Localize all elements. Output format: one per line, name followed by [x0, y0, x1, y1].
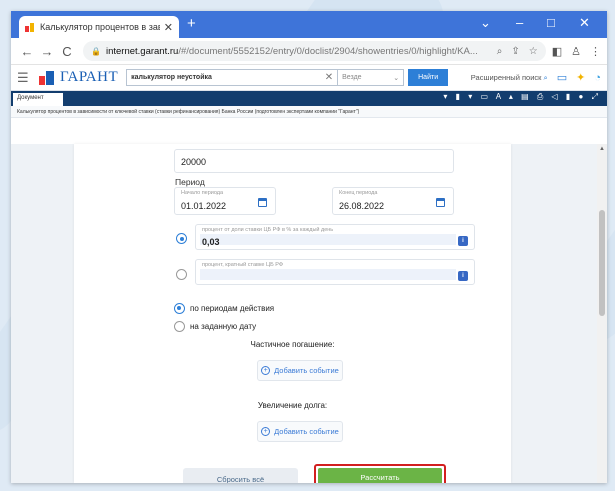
add-partial-payment-button[interactable]: + Добавить событие: [257, 360, 343, 381]
address-bar: ← → C 🔒 internet.garant.ru/#/document/55…: [11, 38, 607, 65]
new-tab-button[interactable]: +: [187, 15, 196, 32]
advanced-search-link[interactable]: Расширенный поиск ⌕: [471, 73, 548, 83]
browser-tab[interactable]: Калькулятор процентов в зави: ✕: [19, 16, 179, 38]
info-icon[interactable]: i: [458, 236, 468, 246]
reset-button[interactable]: Сбросить всё: [183, 468, 298, 483]
search-scope-select[interactable]: Везде ⌄: [338, 69, 405, 86]
chevron-down-icon: ⌄: [393, 74, 400, 82]
multiple-rate-input[interactable]: процент, кратный ставке ЦБ РФ i: [195, 259, 475, 285]
scroll-up-icon[interactable]: ▲: [599, 146, 605, 152]
scrollbar-thumb[interactable]: [599, 210, 605, 316]
help-icon[interactable]: ◔: [594, 72, 601, 84]
document-tools-icon[interactable]: ▾ ▮ ▾ ▭ A ▴ ▤ ⎙ ◁ ▮ ● ⤢: [443, 92, 601, 102]
calendar-icon[interactable]: [258, 198, 267, 207]
option-by-periods[interactable]: по периодам действия: [174, 303, 274, 314]
daily-rate-input[interactable]: процент от доли ставки ЦБ РФ в % за кажд…: [195, 224, 475, 250]
add-debt-increase-button[interactable]: + Добавить событие: [257, 421, 343, 442]
garant-header: ☰ ГАРАНТ калькулятор неустойка ✕ Везде ⌄…: [11, 65, 607, 91]
sidepanel-icon[interactable]: ◧: [552, 45, 562, 58]
zoom-icon[interactable]: ⌕: [497, 46, 503, 57]
browser-window: Калькулятор процентов в зави: ✕ + ⌄ – □ …: [11, 11, 607, 483]
close-window-button[interactable]: ✕: [579, 15, 590, 31]
garant-logo-icon: [39, 70, 57, 85]
advanced-search-icon: ⌕: [543, 72, 548, 82]
document-toolbar: Документ ▾ ▮ ▾ ▭ A ▴ ▤ ⎙ ◁ ▮ ● ⤢: [11, 91, 607, 106]
calculate-button-highlight: Рассчитать: [314, 464, 446, 483]
garant-favicon-icon: [25, 22, 35, 32]
maximize-button[interactable]: □: [547, 15, 555, 30]
lightbulb-icon[interactable]: ✦: [576, 71, 585, 84]
rate-type-multiple-radio[interactable]: [176, 269, 187, 280]
plus-circle-icon: +: [261, 427, 271, 436]
bookmark-star-icon[interactable]: ☆: [529, 46, 538, 57]
find-button[interactable]: Найти: [408, 69, 449, 86]
reload-button[interactable]: C: [57, 44, 77, 59]
amount-input[interactable]: 20000: [174, 149, 454, 173]
lock-icon[interactable]: 🔒: [91, 47, 101, 56]
url-input[interactable]: 🔒 internet.garant.ru/#/document/5552152/…: [83, 41, 546, 61]
calendar-icon[interactable]: [436, 198, 445, 207]
debt-increase-title: Увеличение долга:: [257, 401, 328, 410]
close-tab-icon[interactable]: ✕: [164, 21, 173, 34]
keyboard-icon[interactable]: ▭: [557, 71, 567, 84]
clear-search-icon[interactable]: ✕: [325, 72, 333, 83]
garant-logo[interactable]: ГАРАНТ: [39, 69, 118, 86]
by-date-radio[interactable]: [174, 321, 185, 332]
option-by-date[interactable]: на заданную дату: [174, 321, 256, 332]
url-host: internet.garant.ru: [105, 45, 179, 57]
partial-payment-title: Частичное погашение:: [250, 340, 335, 349]
url-path: /#/document/5552152/entry/0/doclist/2904…: [178, 45, 478, 57]
search-input[interactable]: калькулятор неустойка ✕: [126, 69, 339, 86]
browser-menu-icon[interactable]: ⋮: [590, 45, 601, 58]
tab-title: Калькулятор процентов в зави:: [40, 22, 160, 32]
by-periods-radio[interactable]: [174, 303, 185, 314]
rate-type-daily-radio[interactable]: [176, 233, 187, 244]
period-title: Период: [175, 177, 205, 187]
tab-search-icon[interactable]: ⌄: [480, 15, 491, 31]
scrollbar[interactable]: ▲: [597, 144, 607, 483]
period-start-field[interactable]: Начало периода 01.01.2022: [174, 187, 276, 215]
tab-document[interactable]: Документ: [13, 93, 63, 106]
tab-bar: Калькулятор процентов в зави: ✕ + ⌄ – □ …: [11, 11, 607, 38]
back-button[interactable]: ←: [17, 44, 37, 59]
calculate-button[interactable]: Рассчитать: [318, 468, 442, 483]
profile-icon[interactable]: ♙: [571, 45, 581, 58]
document-content: 20000 Период Начало периода 01.01.2022 К…: [11, 144, 607, 483]
info-icon[interactable]: i: [458, 271, 468, 281]
period-end-field[interactable]: Конец периода 26.08.2022: [332, 187, 454, 215]
forward-button[interactable]: →: [37, 44, 57, 59]
breadcrumb[interactable]: Калькулятор процентов в зависимости от к…: [11, 106, 607, 118]
hamburger-menu-icon[interactable]: ☰: [17, 70, 33, 86]
share-icon[interactable]: ⇪: [511, 46, 519, 57]
calculator-form: 20000 Период Начало периода 01.01.2022 К…: [74, 144, 511, 483]
minimize-button[interactable]: –: [516, 15, 523, 30]
plus-circle-icon: +: [261, 366, 271, 375]
